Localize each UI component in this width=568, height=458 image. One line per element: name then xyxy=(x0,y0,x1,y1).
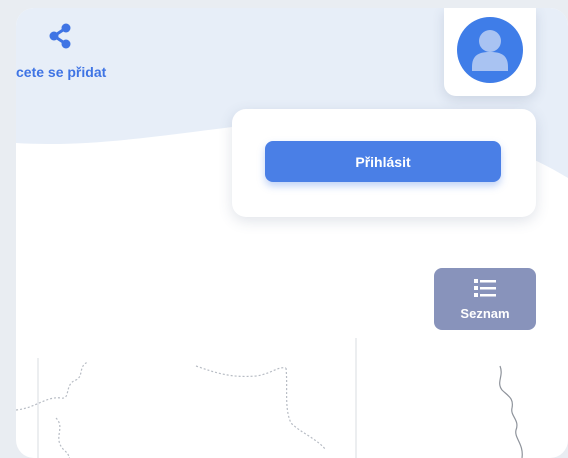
list-icon xyxy=(474,279,496,297)
user-avatar-icon xyxy=(472,30,508,71)
share-control[interactable]: cete se přidat xyxy=(16,22,128,82)
list-button[interactable]: Seznam xyxy=(434,268,536,330)
map-background xyxy=(16,338,523,458)
avatar[interactable] xyxy=(457,17,523,83)
share-icon[interactable] xyxy=(46,22,74,50)
share-label[interactable]: cete se přidat xyxy=(16,64,106,80)
list-label: Seznam xyxy=(460,306,510,321)
login-button[interactable]: Přihlásit xyxy=(265,141,501,182)
user-menu[interactable] xyxy=(444,8,536,96)
app-frame: cete se přidat Přihlásit Seznam xyxy=(16,8,568,458)
login-card: Přihlásit xyxy=(232,109,536,217)
